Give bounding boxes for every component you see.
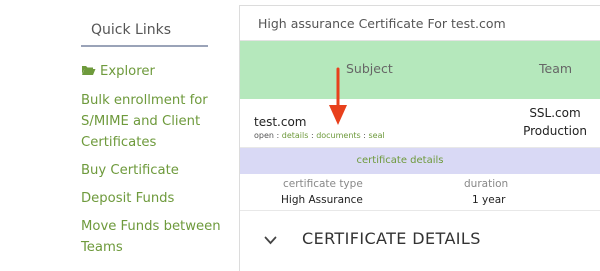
sidebar-item-move-funds[interactable]: Move Funds between Teams [81,216,231,258]
certificate-fields: certificate type High Assurance duration… [240,174,600,211]
duration-value: 1 year [472,194,506,206]
certificate-details-label: certificate details [356,155,444,166]
panel-title: High assurance Certificate For test.com [258,16,506,31]
quick-links-divider [81,45,208,47]
certificate-type-value: High Assurance [281,194,363,206]
team-name-line1: SSL.com [529,106,581,120]
table-header-row: Subject Team [240,41,600,99]
team-cell: SSL.com Production [510,104,600,140]
details-link[interactable]: details [282,131,309,140]
column-header-subject: Subject [346,61,393,76]
panel-header: High assurance Certificate For test.com [240,6,600,41]
documents-link[interactable]: documents [316,131,361,140]
link-separator: : [360,131,369,140]
certificate-panel: High assurance Certificate For test.com … [239,5,600,271]
links-prefix: open : [254,131,282,140]
quick-links-nav: Explorer Bulk enrollment for S/MIME and … [81,61,231,265]
seal-link[interactable]: seal [369,131,385,140]
sidebar-item-label: Explorer [100,64,155,79]
folder-open-icon [81,62,96,83]
sidebar-item-bulk-enrollment[interactable]: Bulk enrollment for S/MIME and Client Ce… [81,90,231,153]
certificate-type-label: certificate type [283,178,363,190]
red-arrow-icon [329,67,347,125]
duration-label: duration [464,178,509,190]
certificate-subject: test.com [254,115,307,129]
sidebar-item-explorer[interactable]: Explorer [81,61,231,83]
sidebar-item-buy-certificate[interactable]: Buy Certificate [81,160,231,181]
column-header-team: Team [539,61,573,76]
certificate-links: open : details : documents : seal [254,131,385,140]
sidebar-item-deposit-funds[interactable]: Deposit Funds [81,188,231,209]
certificate-details-heading: CERTIFICATE DETAILS [302,229,481,248]
certificate-details-bar: certificate details [240,148,600,174]
chevron-down-icon[interactable] [264,230,277,249]
table-row: test.com open : details : documents : se… [240,99,600,148]
certificate-details-section[interactable]: CERTIFICATE DETAILS [240,211,600,271]
sidebar: Quick Links Explorer Bulk enrollment for… [0,0,232,270]
quick-links-title: Quick Links [91,22,172,38]
team-name-line2: Production [523,124,587,138]
